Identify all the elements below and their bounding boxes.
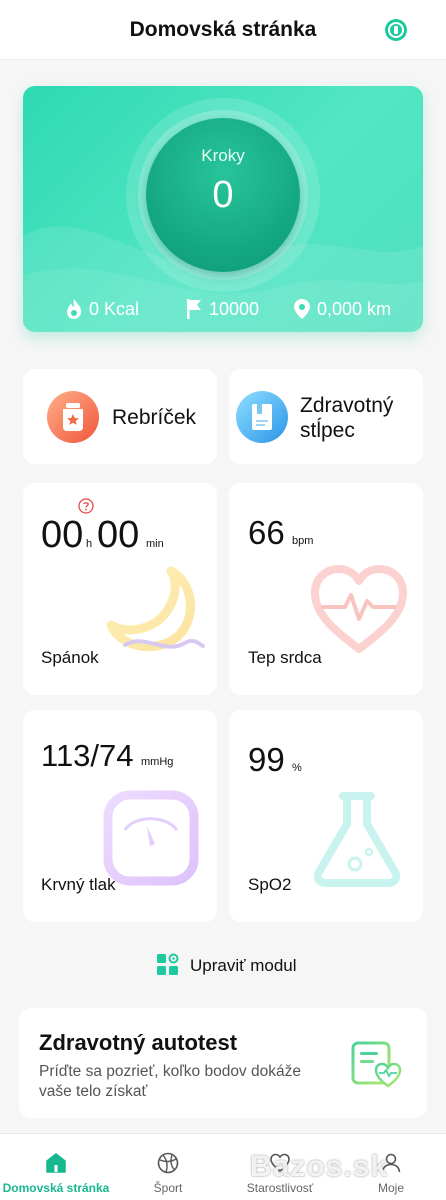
heart-rate-unit: bpm [292, 535, 314, 547]
health-column-label-line2: stĺpec [300, 419, 355, 442]
gauge-icon [103, 790, 199, 886]
goal-value: 10000 [209, 298, 260, 319]
sleep-title: Spánok [41, 648, 99, 667]
heart-pulse-icon [311, 565, 407, 653]
spo2-card[interactable]: 99 % SpO2 [229, 710, 423, 922]
blood-pressure-card[interactable]: 113/74 mmHg Krvný tlak [23, 710, 217, 922]
health-column-card[interactable]: Zdravotný stĺpec [229, 369, 423, 464]
sleep-hours-unit: h [86, 538, 93, 550]
sleep-hours-value: 00 [41, 514, 84, 556]
heart-rate-title: Tep srdca [248, 648, 322, 667]
moon-icon [106, 566, 205, 652]
flask-icon [313, 792, 401, 887]
blood-pressure-title: Krvný tlak [41, 875, 116, 894]
blood-pressure-unit: mmHg [141, 756, 174, 768]
watch-sync-icon[interactable] [384, 18, 408, 42]
steps-value: 0 [212, 174, 234, 216]
nav-label-sport: Šport [153, 1181, 183, 1195]
edit-module-label: Upraviť modul [190, 956, 297, 975]
ball-icon [157, 1152, 179, 1174]
notebook-icon [236, 391, 288, 443]
sleep-minutes-value: 00 [97, 514, 140, 556]
steps-card[interactable]: Kroky 0 0 Kcal 10000 0,000 km [23, 86, 423, 332]
spo2-value: 99 [248, 741, 285, 778]
top-bar: Domovská stránka [0, 0, 446, 60]
steps-label: Kroky [201, 146, 245, 165]
leaderboard-card[interactable]: Rebríček [23, 369, 217, 464]
distance-value: 0,000 km [317, 298, 392, 319]
grid-settings-icon [157, 953, 179, 975]
steps-stats: 0 Kcal 10000 0,000 km [23, 296, 423, 322]
watermark: Bazos.sk [250, 1150, 389, 1183]
sleep-card[interactable]: 00 h 00 min Spánok [23, 483, 217, 695]
goal-stat: 10000 [185, 296, 259, 322]
blood-pressure-value: 113/74 [41, 738, 134, 773]
nav-item-sport[interactable]: Šport [112, 1134, 224, 1200]
self-test-description: Príďte sa pozrieť, koľko bodov dokáže va… [39, 1063, 301, 1100]
spo2-unit: % [292, 762, 302, 774]
health-report-icon [351, 1041, 402, 1088]
calories-value: 0 Kcal [89, 298, 140, 319]
distance-stat: 0,000 km [293, 296, 391, 322]
health-column-label-line1: Zdravotný [300, 394, 394, 417]
page-title: Domovská stránka [129, 18, 317, 41]
flag-icon [187, 299, 201, 319]
location-pin-icon [294, 299, 310, 319]
sleep-minutes-unit: min [146, 538, 164, 550]
self-test-title: Zdravotný autotest [39, 1030, 238, 1055]
heart-rate-card[interactable]: 66 bpm Tep srdca [229, 483, 423, 695]
leaderboard-label: Rebríček [112, 406, 197, 429]
self-test-card[interactable]: Zdravotný autotest Príďte sa pozrieť, ko… [19, 1008, 427, 1118]
nav-item-home[interactable]: Domovská stránka [0, 1134, 112, 1200]
home-icon [46, 1153, 66, 1173]
question-icon[interactable] [78, 498, 94, 514]
edit-module-button[interactable]: Upraviť modul [0, 952, 446, 978]
nav-label-home: Domovská stránka [2, 1181, 110, 1195]
spo2-title: SpO2 [248, 875, 292, 894]
calories-stat: 0 Kcal [65, 296, 139, 322]
heart-rate-value: 66 [248, 514, 285, 551]
flame-icon [67, 299, 82, 319]
trophy-icon [47, 391, 99, 443]
